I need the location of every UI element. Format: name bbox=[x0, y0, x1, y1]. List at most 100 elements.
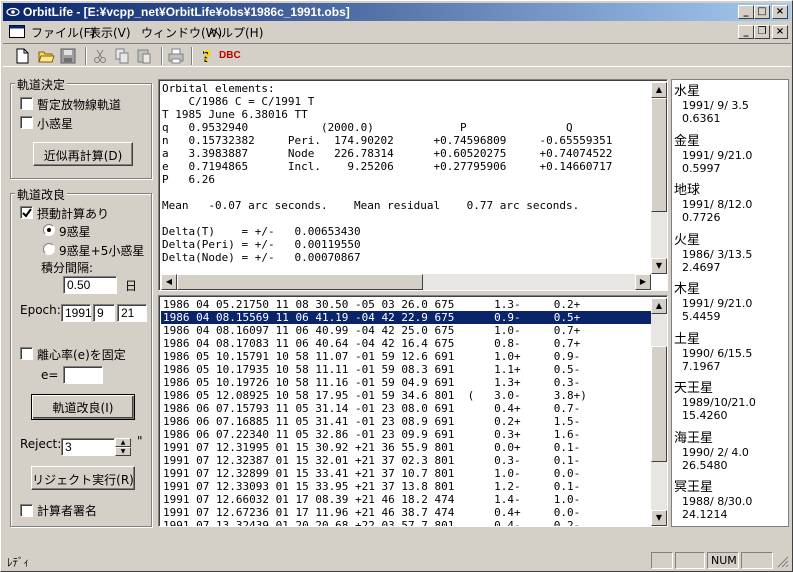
menu-help[interactable]: ヘルプ(H) bbox=[209, 24, 263, 41]
table-row[interactable]: 1986 06 07.16885 11 05 31.41 -01 23 08.9… bbox=[161, 415, 651, 428]
provisional-parabolic-label: 暫定放物線軌道 bbox=[37, 98, 122, 112]
epoch-month-input[interactable]: 9 bbox=[93, 304, 115, 322]
spinner-up-icon[interactable]: ▲ bbox=[115, 438, 131, 447]
planet-distance: 0.5997 bbox=[682, 161, 721, 175]
scroll-left-icon[interactable]: ◀ bbox=[161, 274, 177, 290]
close-button[interactable]: × bbox=[772, 5, 788, 19]
planet-item: 水星 1991/ 9/ 3.5 0.6361 bbox=[674, 80, 749, 125]
table-row[interactable]: 1986 05 12.08925 10 58 17.95 -01 59 34.6… bbox=[161, 389, 651, 402]
planet-distance: 2.4697 bbox=[682, 260, 721, 274]
scroll-down-icon[interactable]: ▼ bbox=[651, 258, 667, 274]
save-icon[interactable] bbox=[59, 47, 77, 65]
fix-eccentricity-label: 離心率(e)を固定 bbox=[37, 348, 126, 362]
nine-planets-radio[interactable] bbox=[43, 224, 55, 236]
observations-list[interactable]: 1986 04 05.21750 11 08 30.50 -05 03 26.0… bbox=[158, 295, 668, 527]
svg-text:?: ? bbox=[203, 47, 212, 65]
signature-checkbox[interactable] bbox=[20, 504, 33, 517]
table-row-selected[interactable]: 1986 04 08.15569 11 06 41.19 -04 42 22.9… bbox=[161, 311, 651, 324]
reject-execute-button[interactable]: リジェクト実行(R) bbox=[31, 466, 135, 490]
table-row[interactable]: 1986 05 10.17935 10 58 11.11 -01 59 08.3… bbox=[161, 363, 651, 376]
scroll-thumb[interactable] bbox=[651, 98, 667, 212]
scroll-up-icon[interactable]: ▲ bbox=[651, 82, 667, 98]
planet-distance: 0.6361 bbox=[682, 112, 721, 125]
planet-name: 天王星 bbox=[674, 381, 714, 396]
elements-line: Delta(Node) = +/- 0.00070867 bbox=[162, 251, 361, 264]
planet-item: 火星 1986/ 3/13.5 2.4697 bbox=[674, 229, 752, 274]
e-input[interactable] bbox=[63, 366, 103, 384]
spinner-down-icon[interactable]: ▼ bbox=[115, 447, 131, 456]
child-minimize-button[interactable]: _ bbox=[738, 25, 754, 39]
table-row[interactable]: 1991 07 13.32439 01 20 20.68 +22 03 57.7… bbox=[161, 519, 651, 526]
table-row[interactable]: 1986 04 08.16097 11 06 40.99 -04 42 25.0… bbox=[161, 324, 651, 337]
elements-line bbox=[162, 212, 612, 225]
title-bar[interactable]: OrbitLife - [E:¥vcpp_net¥OrbitLife¥obs¥1… bbox=[3, 3, 791, 21]
improve-orbit-button[interactable]: 軌道改良(I) bbox=[31, 394, 135, 420]
table-row[interactable]: 1986 06 07.15793 11 05 31.14 -01 23 08.0… bbox=[161, 402, 651, 415]
elements-line: Orbital elements: bbox=[162, 82, 275, 95]
cut-icon[interactable] bbox=[91, 47, 109, 65]
nine-planets-label: 9惑星 bbox=[59, 225, 91, 239]
app-orbit-icon bbox=[6, 7, 20, 17]
orbit-determination-title: 軌道決定 bbox=[15, 76, 68, 93]
copy-icon[interactable] bbox=[113, 47, 131, 65]
epoch-label: Epoch: bbox=[20, 303, 61, 317]
nine-plus-five-radio[interactable] bbox=[43, 243, 55, 255]
menu-bar: ファイル(F) 表示(V) ウィンドウ(W) ヘルプ(H) _ ❐ × bbox=[3, 22, 791, 41]
print-icon[interactable] bbox=[167, 47, 185, 65]
dbc-button[interactable]: DBC bbox=[219, 50, 241, 61]
fix-eccentricity-checkbox[interactable] bbox=[20, 347, 33, 360]
table-row[interactable]: 1986 06 07.22340 11 05 32.86 -01 23 09.9… bbox=[161, 428, 651, 441]
table-row[interactable]: 1991 07 12.32387 01 15 32.01 +21 37 02.3… bbox=[161, 454, 651, 467]
new-file-icon[interactable] bbox=[13, 47, 31, 65]
table-row[interactable]: 1991 07 12.31995 01 15 30.92 +21 36 55.9… bbox=[161, 441, 651, 454]
toolbar-separator bbox=[85, 47, 87, 65]
maximize-button[interactable]: □ bbox=[754, 5, 770, 19]
minor-planet-checkbox[interactable] bbox=[20, 116, 33, 129]
table-row[interactable]: 1986 04 08.17083 11 06 40.64 -04 42 16.4… bbox=[161, 337, 651, 350]
recalc-button[interactable]: 近似再計算(D) bbox=[33, 142, 133, 166]
table-row[interactable]: 1991 07 12.67236 01 17 11.96 +21 46 38.7… bbox=[161, 506, 651, 519]
elements-line: Delta(Peri) = +/- 0.00119550 bbox=[162, 238, 361, 251]
minimize-button[interactable]: _ bbox=[738, 5, 754, 19]
document-icon[interactable] bbox=[9, 25, 25, 38]
window-title: OrbitLife - [E:¥vcpp_net¥OrbitLife¥obs¥1… bbox=[23, 5, 350, 19]
epoch-year-input[interactable]: 1991 bbox=[61, 304, 92, 322]
planet-name: 地球 bbox=[674, 183, 701, 198]
scroll-down-icon[interactable]: ▼ bbox=[651, 510, 667, 526]
table-row[interactable]: 1986 05 10.19726 10 58 11.16 -01 59 04.9… bbox=[161, 376, 651, 389]
child-close-button[interactable]: × bbox=[772, 25, 788, 39]
perturbation-checkbox[interactable] bbox=[20, 206, 33, 219]
table-row[interactable]: 1991 07 12.32899 01 15 33.41 +21 37 10.7… bbox=[161, 467, 651, 480]
open-folder-icon[interactable] bbox=[37, 47, 55, 65]
planet-approach-pane: 水星 1991/ 9/ 3.5 0.6361 金星 1991/ 9/21.0 0.5997… bbox=[671, 79, 789, 527]
help-icon[interactable]: ?? bbox=[197, 47, 215, 65]
provisional-parabolic-checkbox[interactable] bbox=[20, 97, 33, 110]
menu-file[interactable]: ファイル(F) bbox=[31, 24, 95, 41]
planet-date: 1986/ 3/13.5 bbox=[682, 247, 753, 261]
scroll-thumb[interactable] bbox=[177, 274, 423, 290]
elements-line bbox=[162, 186, 612, 199]
scroll-right-icon[interactable]: ▶ bbox=[635, 274, 651, 290]
table-row[interactable]: 1991 07 12.33093 01 15 33.95 +21 37 13.8… bbox=[161, 480, 651, 493]
planet-date: 1990/ 2/ 4.0 bbox=[682, 445, 749, 459]
reject-spinner[interactable]: ▲ ▼ bbox=[115, 438, 131, 456]
integration-interval-input[interactable]: 0.50 bbox=[63, 276, 117, 294]
paste-icon[interactable] bbox=[135, 47, 153, 65]
day-unit-label: 日 bbox=[125, 279, 138, 293]
resize-grip-icon[interactable] bbox=[777, 556, 789, 568]
elements-horizontal-scrollbar[interactable]: ◀ ▶ bbox=[161, 274, 651, 290]
table-row[interactable]: 1986 04 05.21750 11 08 30.50 -05 03 26.0… bbox=[161, 298, 651, 311]
observations-vertical-scrollbar[interactable]: ▲ ▼ bbox=[651, 298, 667, 526]
e-label: e= bbox=[41, 368, 59, 382]
scroll-up-icon[interactable]: ▲ bbox=[651, 298, 667, 314]
child-restore-button[interactable]: ❐ bbox=[754, 25, 770, 39]
reject-input[interactable]: 3 bbox=[61, 438, 115, 456]
menu-view[interactable]: 表示(V) bbox=[89, 24, 131, 41]
epoch-day-input[interactable]: 21 bbox=[117, 304, 147, 322]
elements-vertical-scrollbar[interactable]: ▲ ▼ bbox=[651, 82, 667, 274]
planet-item: 地球 1991/ 8/12.0 0.7726 bbox=[674, 179, 752, 224]
table-row[interactable]: 1986 05 10.15791 10 58 11.07 -01 59 12.6… bbox=[161, 350, 651, 363]
status-panel-scroll bbox=[741, 552, 773, 569]
scroll-thumb[interactable] bbox=[651, 346, 667, 462]
table-row[interactable]: 1991 07 12.66032 01 17 08.39 +21 46 18.2… bbox=[161, 493, 651, 506]
